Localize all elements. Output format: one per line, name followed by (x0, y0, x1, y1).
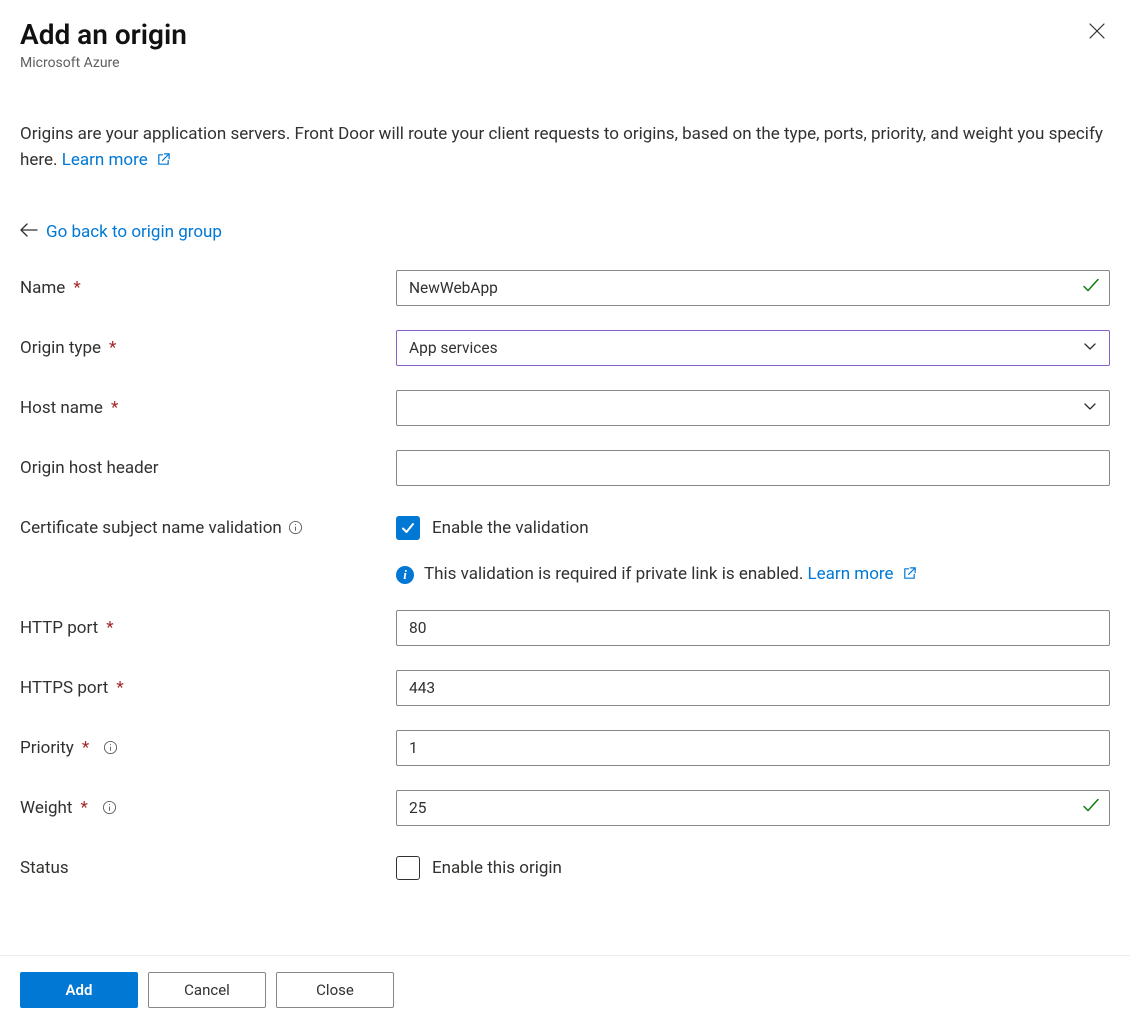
priority-input[interactable] (396, 730, 1110, 766)
enable-origin-label: Enable this origin (432, 858, 562, 878)
description-text-body: Origins are your application servers. Fr… (20, 124, 1103, 170)
host-name-label: Host name (20, 398, 103, 418)
page-title: Add an origin (20, 18, 187, 51)
cert-validation-label: Certificate subject name validation (20, 518, 282, 538)
weight-input[interactable] (396, 790, 1110, 826)
chevron-down-icon (1083, 399, 1097, 417)
origin-host-header-input[interactable] (396, 450, 1110, 486)
validation-info-text: This validation is required if private l… (424, 564, 808, 584)
valid-check-icon (1082, 796, 1100, 819)
origin-type-select[interactable]: App services (396, 330, 1110, 366)
https-port-label: HTTPS port (20, 678, 108, 698)
external-link-icon (902, 566, 917, 586)
priority-label: Priority (20, 738, 74, 758)
weight-label: Weight (20, 798, 72, 818)
page-subtitle: Microsoft Azure (20, 55, 187, 71)
name-label: Name (20, 278, 65, 298)
info-icon[interactable] (288, 520, 303, 535)
enable-origin-checkbox[interactable] (396, 856, 420, 880)
valid-check-icon (1082, 276, 1100, 299)
origin-type-value: App services (409, 339, 498, 357)
info-icon[interactable] (103, 740, 118, 755)
cancel-button[interactable]: Cancel (148, 972, 266, 1008)
validation-info-learn-more-link[interactable]: Learn more (808, 564, 917, 584)
back-link-label: Go back to origin group (46, 222, 222, 242)
arrow-left-icon (20, 222, 38, 242)
name-input[interactable] (396, 270, 1110, 306)
origin-host-header-label: Origin host header (20, 458, 158, 478)
status-label: Status (20, 858, 69, 878)
description-learn-more-link[interactable]: Learn more (62, 150, 171, 170)
add-button[interactable]: Add (20, 972, 138, 1008)
required-asterisk: * (82, 738, 89, 758)
http-port-label: HTTP port (20, 618, 98, 638)
info-icon: i (396, 566, 414, 584)
back-to-origin-group-link[interactable]: Go back to origin group (20, 222, 222, 242)
enable-validation-checkbox[interactable] (396, 516, 420, 540)
required-asterisk: * (106, 618, 113, 638)
required-asterisk: * (116, 678, 123, 698)
close-icon[interactable] (1084, 18, 1110, 48)
http-port-input[interactable] (396, 610, 1110, 646)
required-asterisk: * (111, 398, 118, 418)
footer-actions: Add Cancel Close (0, 955, 1130, 1026)
host-name-select[interactable] (396, 390, 1110, 426)
required-asterisk: * (80, 798, 87, 818)
chevron-down-icon (1083, 339, 1097, 357)
external-link-icon (156, 149, 171, 175)
required-asterisk: * (109, 338, 116, 358)
enable-validation-label: Enable the validation (432, 518, 589, 538)
https-port-input[interactable] (396, 670, 1110, 706)
description-text: Origins are your application servers. Fr… (20, 121, 1110, 176)
info-icon[interactable] (102, 800, 117, 815)
close-button[interactable]: Close (276, 972, 394, 1008)
origin-type-label: Origin type (20, 338, 101, 358)
required-asterisk: * (73, 278, 80, 298)
